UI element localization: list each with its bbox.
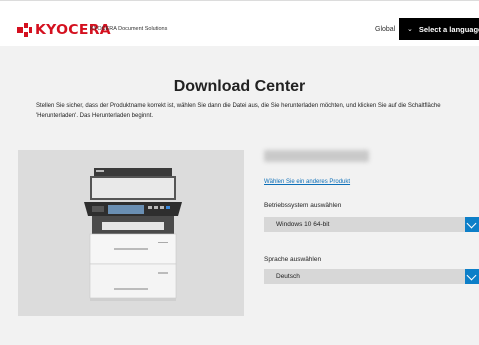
- select-language-button[interactable]: ⌄ Select a language: [399, 18, 479, 40]
- global-link[interactable]: Global: [375, 26, 395, 33]
- chevron-down-icon: [465, 269, 479, 284]
- brand-subtitle: KYOCERA Document Solutions: [90, 26, 168, 32]
- os-select[interactable]: Windows 10 64-bit: [264, 217, 479, 232]
- site-header: KYOCERA KYOCERA Document Solutions Globa…: [0, 8, 479, 48]
- os-label: Betriebssystem auswählen: [264, 202, 342, 209]
- language-select[interactable]: Deutsch: [264, 269, 479, 284]
- download-center-main: Download Center Stellen Sie sicher, dass…: [0, 46, 479, 345]
- product-image-panel: [18, 150, 244, 316]
- language-label: Sprache auswählen: [264, 256, 322, 263]
- change-product-link[interactable]: Wählen Sie ein anderes Produkt: [264, 179, 350, 185]
- printer-image: [84, 168, 182, 301]
- product-name-blurred: [264, 150, 369, 162]
- select-language-label: Select a language: [418, 24, 479, 34]
- page-title: Download Center: [173, 78, 306, 95]
- os-select-value: Windows 10 64-bit: [276, 221, 330, 228]
- top-divider: [0, 0, 479, 1]
- chevron-down-icon: ⌄: [407, 26, 413, 33]
- intro-text: Stellen Sie sicher, dass der Produktname…: [36, 103, 441, 119]
- chevron-down-icon: [465, 217, 479, 232]
- language-select-value: Deutsch: [276, 273, 300, 280]
- kyocera-mark-icon: [17, 23, 32, 37]
